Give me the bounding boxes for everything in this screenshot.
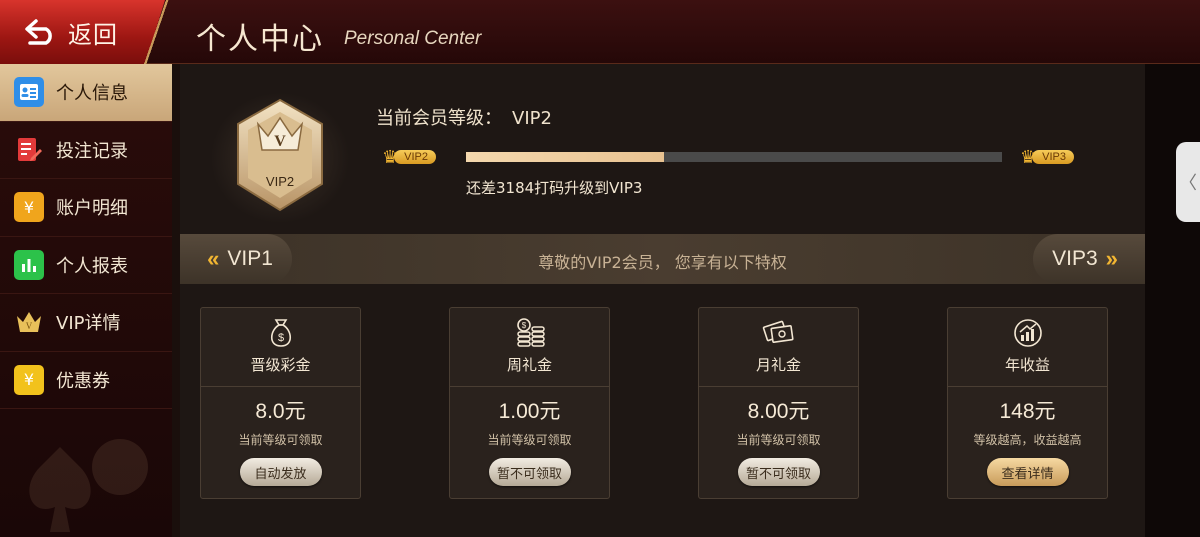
card-suit-decoration-icon [29,439,148,532]
next-vip-label: VIP3 [1052,247,1098,270]
page-subtitle: Personal Center [344,28,482,49]
report-chart-icon [14,249,44,280]
right-edge-panel [1145,64,1200,537]
vip-level-row: 当前会员等级： VIP2 [376,104,552,130]
card-description: 当前等级可领取 [238,433,323,447]
card-title: 晋级彩金 [250,356,311,374]
sidebar-item-profile[interactable]: 个人信息 [0,64,172,122]
card-amount: 8.00元 [747,400,810,423]
sidebar-item-report[interactable]: 个人报表 [0,237,172,294]
claim-unavailable-button[interactable]: 暂不可领取 [488,458,571,486]
crown-icon: ♛ [1020,146,1037,168]
back-label: 返回 [68,21,118,49]
top-header: 返回 个人中心 Personal Center [0,0,1200,64]
main-panel: V VIP2 当前会员等级： VIP2 ♛ VIP2 ♛ VIP3 还差3184打… [180,64,1145,537]
svg-text:VIP2: VIP2 [266,174,294,189]
card-title: 年收益 [1004,356,1050,374]
wallet-icon: ¥ [14,192,44,223]
vip-progress-fill [466,152,665,162]
card-header: 年收益 [948,308,1107,387]
sidebar-item-label: VIP详情 [56,313,121,335]
vip-level-label: 当前会员等级： [376,108,502,129]
privilege-banner-text: 尊敬的VIP2会员， 您享有以下特权 [538,253,787,272]
next-vip-tag-label: VIP3 [1032,150,1074,164]
card-description: 等级越高，收益越高 [973,433,1082,447]
card-title: 月礼金 [755,356,801,374]
sidebar-item-coupon[interactable]: ¥ 优惠券 [0,352,172,409]
coupon-icon: ¥ [14,364,44,395]
view-details-button[interactable]: 查看详情 [986,458,1069,486]
card-description: 当前等级可领取 [487,433,572,447]
privilege-card-weekly-gift: $ 周礼金 1.00元 当前等级可领取 暂不可领取 [449,307,610,499]
sidebar-item-label: 个人报表 [56,255,128,277]
sidebar-item-label: 账户明细 [56,198,128,220]
double-chevron-right-icon: » [1105,246,1118,271]
sidebar-item-vip[interactable]: V VIP详情 [0,294,172,352]
svg-text:$: $ [277,332,283,344]
svg-text:$: $ [521,321,526,330]
crown-icon: ♛ [382,146,399,168]
sidebar-item-label: 投注记录 [56,140,128,162]
vip-progress-bar [466,152,1002,162]
card-amount: 1.00元 [498,400,561,423]
profile-card-icon [14,77,44,108]
growth-chart-icon [1013,319,1042,347]
page-title: 个人中心 [196,22,324,57]
privilege-card-monthly-gift: 月礼金 8.00元 当前等级可领取 暂不可领取 [698,307,859,499]
card-header: $ 周礼金 [450,308,609,387]
cash-bills-icon [762,320,794,343]
card-amount: 148元 [999,400,1056,423]
sidebar-item-label: 个人信息 [56,83,128,105]
sidebar-item-bet-record[interactable]: 投注记录 [0,122,172,179]
vip-level-value: VIP2 [512,108,552,129]
card-header: 月礼金 [699,308,858,387]
side-drawer-handle[interactable]: 〈 [1176,142,1200,222]
money-bag-icon: $ [270,319,291,347]
current-vip-tag-label: VIP2 [394,150,436,164]
card-amount: 8.0元 [255,400,306,423]
card-description: 当前等级可领取 [736,433,821,447]
vip-shield-icon: V VIP2 [237,98,323,212]
sidebar-item-account[interactable]: ¥ 账户明细 [0,179,172,237]
current-vip-tag: ♛ VIP2 [382,146,436,168]
coin-stack-icon: $ [516,318,545,347]
vip-badge: V VIP2 [210,92,350,224]
card-title: 周礼金 [506,356,552,374]
bet-record-icon [14,135,44,165]
svg-text:V: V [274,133,286,150]
sidebar-item-label: 优惠券 [56,370,110,392]
privilege-banner: « VIP1 尊敬的VIP2会员， 您享有以下特权 VIP3 » [180,234,1145,284]
vip-crown-icon: V [14,307,44,337]
svg-text:V: V [26,321,33,331]
card-header: $ 晋级彩金 [201,308,360,387]
return-arrow-icon [25,19,52,45]
privilege-card-annual-yield: 年收益 148元 等级越高，收益越高 查看详情 [947,307,1108,499]
sidebar: 个人信息 投注记录 ¥ 账户明细 个人报表 V VIP详情 ¥ 优惠券 [0,64,172,537]
privilege-card-promotion-bonus: $ 晋级彩金 8.0元 当前等级可领取 自动发放 [200,307,361,499]
upgrade-hint: 还差3184打码升级到VIP3 [466,179,643,197]
claim-unavailable-button[interactable]: 暂不可领取 [737,458,820,486]
next-vip-tag: ♛ VIP3 [1020,146,1074,168]
next-vip-button[interactable]: VIP3 » [1033,234,1145,284]
auto-payout-button[interactable]: 自动发放 [239,458,322,486]
